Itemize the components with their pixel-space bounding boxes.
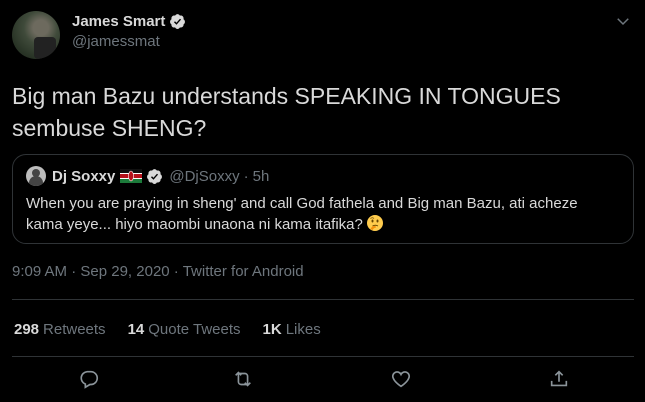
divider — [12, 356, 634, 357]
meta-separator: · — [169, 263, 183, 280]
tweet-time[interactable]: 9:09 AM — [12, 263, 67, 280]
quoted-timestamp[interactable]: 5h — [253, 168, 270, 185]
tweet-meta: 9:09 AM · Sep 29, 2020 · Twitter for And… — [12, 263, 304, 280]
verified-badge-icon — [170, 13, 186, 29]
quote-tweets-label: Quote Tweets — [148, 320, 241, 338]
author-avatar[interactable] — [12, 11, 60, 59]
quoted-tweet-header: Dj Soxxy @DjSoxxy · 5h — [26, 165, 269, 187]
likes-count: 1K — [262, 320, 282, 338]
retweets-count: 298 — [14, 320, 40, 338]
author-name-row: James Smart — [72, 11, 186, 31]
retweets-stat[interactable]: 298 Retweets — [14, 321, 106, 338]
tweet-date[interactable]: Sep 29, 2020 — [80, 263, 169, 280]
divider — [12, 299, 634, 300]
author-display-name[interactable]: James Smart — [72, 13, 165, 30]
chevron-down-icon[interactable] — [614, 12, 632, 30]
quoted-text: When you are praying in sheng' and call … — [26, 193, 626, 235]
quote-tweets-count: 14 — [127, 320, 145, 338]
thinking-face-emoji — [366, 215, 383, 231]
tweet-text: Big man Bazu understands SPEAKING IN TON… — [12, 80, 622, 144]
tweet-detail: James Smart @jamessmat Big man Bazu unde… — [0, 0, 645, 402]
like-button[interactable] — [390, 368, 414, 392]
quoted-text-line-content: kama yeye... hiyo maombi unaona ni kama … — [26, 216, 363, 233]
quoted-avatar — [26, 166, 46, 186]
tweet-stats: 298 Retweets 14 Quote Tweets 1K Likes — [14, 318, 343, 340]
likes-label: Likes — [285, 320, 321, 338]
verified-badge-icon — [147, 168, 163, 184]
likes-stat[interactable]: 1K Likes — [263, 321, 321, 338]
quoted-separator: · — [243, 167, 249, 185]
tweet-text-line: Big man Bazu understands SPEAKING IN TON… — [12, 83, 561, 109]
share-icon — [550, 370, 568, 387]
quoted-handle: @DjSoxxy — [169, 167, 240, 185]
quoted-text-line: kama yeye... hiyo maombi unaona ni kama … — [26, 214, 626, 235]
tweet-source[interactable]: Twitter for Android — [183, 263, 304, 280]
share-button[interactable] — [548, 368, 572, 392]
retweet-button[interactable] — [232, 368, 256, 392]
tweet-actions — [0, 368, 645, 398]
retweet-icon — [235, 371, 251, 387]
quoted-tweet[interactable]: Dj Soxxy @DjSoxxy · 5h When you are pray… — [12, 154, 634, 244]
reply-button[interactable] — [78, 368, 102, 392]
like-icon — [391, 371, 411, 388]
tweet-text-line: sembuse SHENG? — [12, 115, 207, 141]
meta-separator: · — [67, 263, 81, 280]
reply-icon — [80, 370, 99, 389]
quoted-text-line: When you are praying in sheng' and call … — [26, 195, 578, 212]
author-handle[interactable]: @jamessmat — [72, 33, 160, 50]
kenya-flag-icon — [120, 169, 143, 183]
quoted-display-name: Dj Soxxy — [52, 167, 116, 185]
retweets-label: Retweets — [43, 320, 106, 338]
quote-tweets-stat[interactable]: 14 Quote Tweets — [128, 321, 241, 338]
